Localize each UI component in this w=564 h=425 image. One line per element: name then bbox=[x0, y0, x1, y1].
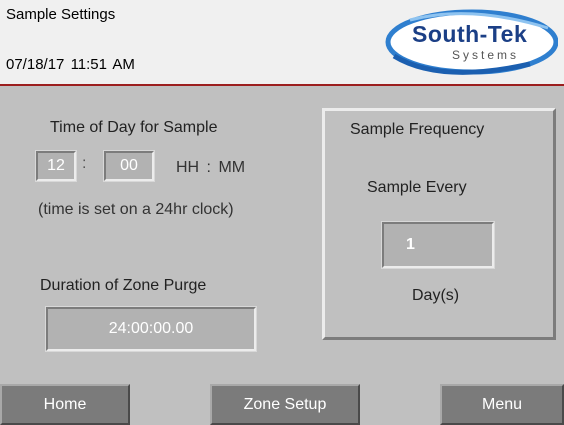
purge-duration-field[interactable]: 24:00:00.00 bbox=[46, 307, 256, 351]
menu-button[interactable]: Menu bbox=[440, 384, 564, 425]
clock-note: (time is set on a 24hr clock) bbox=[38, 201, 234, 218]
logo-name: South-Tek bbox=[412, 21, 528, 47]
home-button[interactable]: Home bbox=[0, 384, 130, 425]
purge-duration-label: Duration of Zone Purge bbox=[40, 277, 207, 294]
time-format-label: HH : MM bbox=[176, 159, 246, 176]
header-divider bbox=[0, 84, 564, 86]
time-of-day-label: Time of Day for Sample bbox=[50, 119, 218, 136]
hours-field[interactable]: 12 bbox=[36, 151, 76, 181]
sample-every-label: Sample Every bbox=[367, 179, 467, 196]
time-text: 11:51 AM bbox=[70, 56, 135, 73]
minutes-field[interactable]: 00 bbox=[104, 151, 154, 181]
interval-unit-label: Day(s) bbox=[412, 287, 460, 304]
date-text: 07/18/17 bbox=[6, 56, 65, 73]
header-bar: Sample Settings 07/18/17 11:51 AM South-… bbox=[0, 0, 564, 84]
time-separator: : bbox=[82, 155, 87, 172]
date-time: 07/18/17 11:51 AM bbox=[6, 56, 135, 73]
sample-frequency-title: Sample Frequency bbox=[350, 121, 485, 138]
logo-tagline: Systems bbox=[452, 48, 520, 62]
zone-setup-button[interactable]: Zone Setup bbox=[210, 384, 360, 425]
page-title: Sample Settings bbox=[6, 6, 116, 23]
sample-interval-field[interactable]: 1 bbox=[382, 222, 494, 268]
